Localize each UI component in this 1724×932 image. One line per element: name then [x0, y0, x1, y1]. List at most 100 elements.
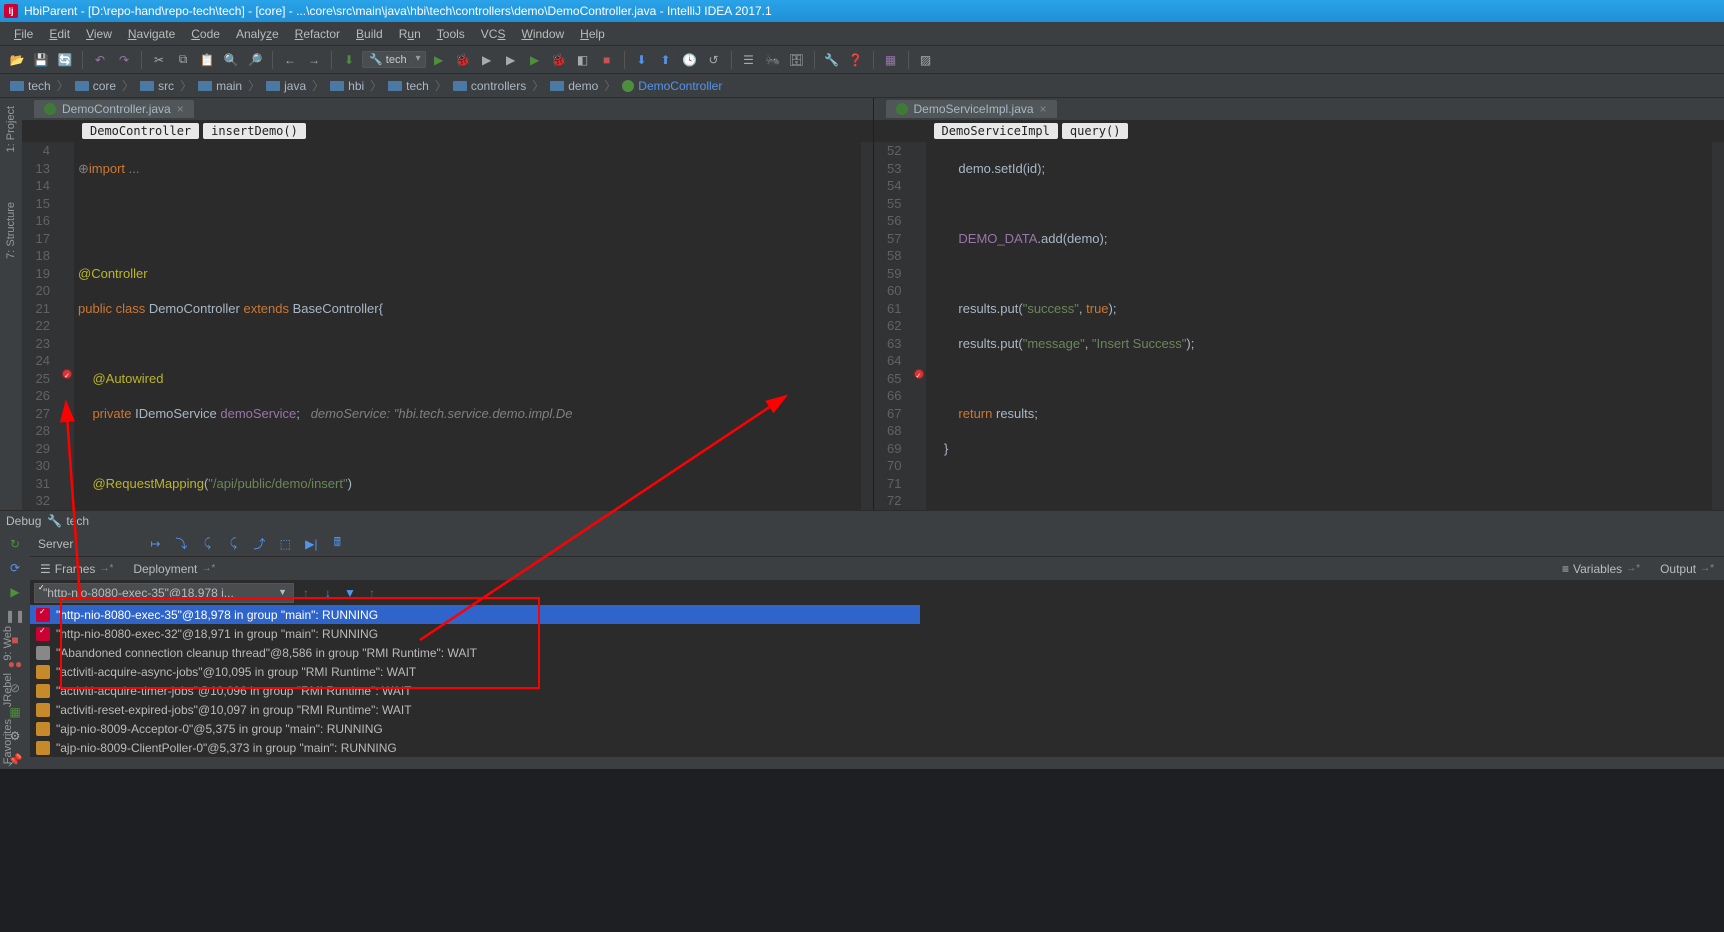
- help-icon[interactable]: ❓: [845, 49, 867, 71]
- menu-view[interactable]: View: [78, 27, 120, 41]
- drop-frame-icon[interactable]: ⬚: [275, 534, 295, 554]
- menu-window[interactable]: Window: [513, 27, 572, 41]
- menu-code[interactable]: Code: [183, 27, 228, 41]
- editor-right-code[interactable]: 5253545556575859606162636465666768697071…: [874, 142, 1724, 510]
- breadcrumb-main[interactable]: main: [194, 79, 246, 93]
- step-into-icon[interactable]: ⤹: [197, 534, 217, 554]
- run-to-cursor-icon[interactable]: ▶|: [301, 534, 321, 554]
- output-tab[interactable]: Output→*: [1650, 559, 1724, 579]
- code-body-left[interactable]: ⊕import ... @Controller public class Dem…: [74, 142, 861, 510]
- breakpoint-icon[interactable]: [62, 369, 72, 379]
- tab-demoserviceimpl[interactable]: DemoServiceImpl.java ×: [886, 100, 1057, 118]
- jrebel-icon[interactable]: ▨: [915, 49, 937, 71]
- menu-tools[interactable]: Tools: [429, 27, 473, 41]
- nav-class[interactable]: DemoServiceImpl: [934, 123, 1058, 139]
- nav-method[interactable]: query(): [1062, 123, 1129, 139]
- copy-icon[interactable]: ⧉: [172, 49, 194, 71]
- redo-icon[interactable]: ↷: [113, 49, 135, 71]
- editor-left-code[interactable]: 4131415161718192021222324252627282930313…: [22, 142, 873, 510]
- threads-list[interactable]: "http-nio-8080-exec-35"@18,978 in group …: [30, 605, 920, 757]
- db-icon[interactable]: 🗄: [786, 49, 808, 71]
- vcs-update-icon[interactable]: ⬇: [631, 49, 653, 71]
- evaluate-icon[interactable]: 🖩: [327, 534, 347, 554]
- force-step-into-icon[interactable]: ⤹: [223, 534, 243, 554]
- deployment-tab[interactable]: Deployment→*: [123, 559, 225, 579]
- thread-row[interactable]: "ajp-nio-8009-ClientPoller-0"@5,373 in g…: [30, 738, 920, 757]
- menu-analyze[interactable]: Analyze: [228, 27, 287, 41]
- resume-icon[interactable]: ▶: [6, 583, 24, 601]
- menu-build[interactable]: Build: [348, 27, 391, 41]
- code-body-right[interactable]: demo.setId(id); DEMO_DATA.add(demo); res…: [926, 142, 1713, 510]
- coverage-icon[interactable]: ▶: [476, 49, 498, 71]
- close-icon[interactable]: ×: [1040, 102, 1047, 116]
- breadcrumb-tech2[interactable]: tech: [384, 79, 433, 93]
- breadcrumb-demo[interactable]: demo: [546, 79, 602, 93]
- replace-icon[interactable]: 🔎: [244, 49, 266, 71]
- menu-help[interactable]: Help: [572, 27, 613, 41]
- project-tool-tab[interactable]: 1: Project: [3, 100, 19, 158]
- build-icon[interactable]: ⬇: [338, 49, 360, 71]
- breadcrumb-src[interactable]: src: [136, 79, 178, 93]
- prev-thread-icon[interactable]: ↑: [296, 583, 316, 603]
- jrebel-tool-tab[interactable]: JRebel: [0, 667, 16, 713]
- run-config-combo[interactable]: 🔧 tech: [362, 51, 426, 68]
- update-icon[interactable]: ⟳: [6, 559, 24, 577]
- thread-row[interactable]: "activiti-acquire-timer-jobs"@10,096 in …: [30, 681, 920, 700]
- thread-row[interactable]: "Abandoned connection cleanup thread"@8,…: [30, 643, 920, 662]
- sync-icon[interactable]: 🔄: [54, 49, 76, 71]
- breadcrumb-tech[interactable]: tech: [6, 79, 55, 93]
- forward-icon[interactable]: →: [303, 49, 325, 71]
- vcs-revert-icon[interactable]: ↺: [703, 49, 725, 71]
- cut-icon[interactable]: ✂: [148, 49, 170, 71]
- favorites-tool-tab[interactable]: Favorites: [0, 713, 16, 770]
- thread-row[interactable]: "activiti-acquire-async-jobs"@10,095 in …: [30, 662, 920, 681]
- find-icon[interactable]: 🔍: [220, 49, 242, 71]
- rerun-icon[interactable]: ↻: [6, 535, 24, 553]
- breadcrumb-controllers[interactable]: controllers: [449, 79, 530, 93]
- nav-class[interactable]: DemoController: [82, 123, 199, 139]
- paste-icon[interactable]: 📋: [196, 49, 218, 71]
- close-icon[interactable]: ×: [177, 102, 184, 116]
- breakpoint-icon[interactable]: [914, 369, 924, 379]
- up-icon[interactable]: ↑: [362, 583, 382, 603]
- next-thread-icon[interactable]: ↓: [318, 583, 338, 603]
- vcs-commit-icon[interactable]: ⬆: [655, 49, 677, 71]
- thread-row[interactable]: "http-nio-8080-exec-32"@18,971 in group …: [30, 624, 920, 643]
- undo-icon[interactable]: ↶: [89, 49, 111, 71]
- jrebel-debug-icon[interactable]: 🐞: [548, 49, 570, 71]
- thread-combo[interactable]: "http-nio-8080-exec-35"@18,978 i...: [34, 583, 294, 603]
- attach-icon[interactable]: ◧: [572, 49, 594, 71]
- ant-icon[interactable]: 🐜: [762, 49, 784, 71]
- save-all-icon[interactable]: 💾: [30, 49, 52, 71]
- run-icon[interactable]: ▶: [428, 49, 450, 71]
- thread-row[interactable]: "ajp-nio-8009-Acceptor-0"@5,375 in group…: [30, 719, 920, 738]
- jrebel-run-icon[interactable]: ▶: [524, 49, 546, 71]
- menu-run[interactable]: Run: [391, 27, 429, 41]
- nav-method[interactable]: insertDemo(): [203, 123, 306, 139]
- breadcrumb-core[interactable]: core: [71, 79, 120, 93]
- menu-edit[interactable]: Edit: [41, 27, 78, 41]
- server-tab[interactable]: Server: [38, 537, 73, 551]
- menu-refactor[interactable]: Refactor: [287, 27, 348, 41]
- breadcrumb-hbi[interactable]: hbi: [326, 79, 368, 93]
- step-over-icon[interactable]: ⤵: [171, 534, 191, 554]
- back-icon[interactable]: ←: [279, 49, 301, 71]
- filter-icon[interactable]: ▼: [340, 583, 360, 603]
- menu-file[interactable]: File: [6, 27, 41, 41]
- show-exec-point-icon[interactable]: ↦: [145, 534, 165, 554]
- structure-icon[interactable]: ☰: [738, 49, 760, 71]
- settings-icon[interactable]: 🔧: [821, 49, 843, 71]
- tab-democontroller[interactable]: DemoController.java ×: [34, 100, 194, 118]
- thread-row[interactable]: "activiti-reset-expired-jobs"@10,097 in …: [30, 700, 920, 719]
- breadcrumb-java[interactable]: java: [262, 79, 310, 93]
- menu-vcs[interactable]: VCS: [473, 27, 514, 41]
- vcs-history-icon[interactable]: 🕓: [679, 49, 701, 71]
- stop-icon[interactable]: ■: [596, 49, 618, 71]
- debug-icon[interactable]: 🐞: [452, 49, 474, 71]
- step-out-icon[interactable]: ⤴: [249, 534, 269, 554]
- breadcrumb-class[interactable]: DemoController: [618, 79, 726, 93]
- structure-tool-tab[interactable]: 7: Structure: [3, 196, 19, 265]
- profile-icon[interactable]: ▶: [500, 49, 522, 71]
- variables-tab[interactable]: ≡ Variables→*: [1552, 559, 1650, 579]
- open-icon[interactable]: 📂: [6, 49, 28, 71]
